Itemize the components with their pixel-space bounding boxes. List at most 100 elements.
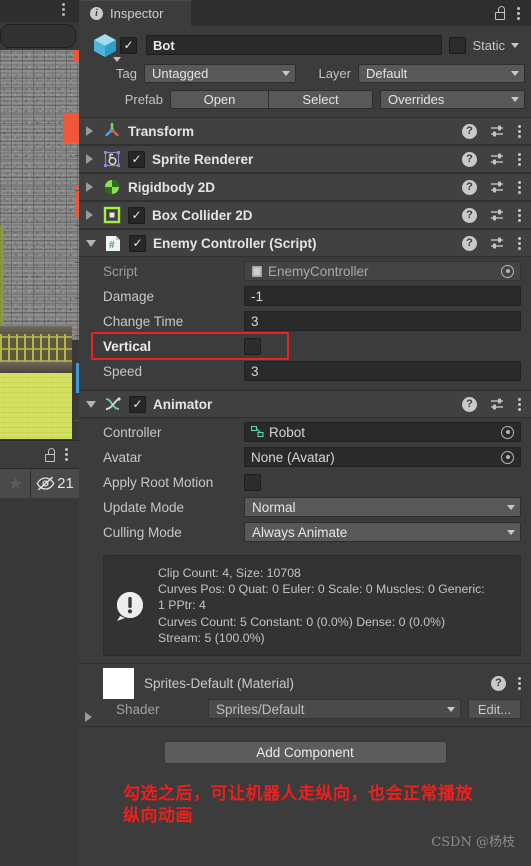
help-icon[interactable]: ? [462, 151, 477, 167]
info-line-4: Curves Count: 5 Constant: 0 (0.0%) Dense… [158, 614, 446, 629]
property-label: Apply Root Motion [103, 474, 214, 490]
prefab-select-button[interactable]: Select [269, 89, 373, 109]
gameobject-name-input[interactable]: Bot [146, 35, 443, 55]
collapse-arrow-icon[interactable] [86, 400, 96, 408]
unlocked-padlock-icon[interactable] [494, 6, 506, 20]
ledge [0, 325, 72, 334]
animator-icon [103, 395, 122, 414]
transform-axis-icon [102, 122, 121, 141]
layer-dropdown[interactable]: Default [358, 63, 525, 83]
material-section: Sprites-Default (Material) ? Shader Spri… [79, 663, 531, 727]
component-enabled-checkbox[interactable]: ✓ [129, 234, 146, 252]
property-row-vertical: Vertical [89, 332, 521, 360]
add-component-button[interactable]: Add Component [163, 741, 447, 765]
annotation-line-1: 勾选之后，可让机器人走纵向，也会正常播放 [123, 784, 473, 805]
component-title: Transform [128, 123, 195, 139]
help-icon[interactable]: ? [462, 123, 477, 139]
checkmark-icon: ✓ [131, 208, 142, 222]
property-row-controller: Controller Robot [89, 421, 521, 443]
checkmark-icon: ✓ [131, 152, 142, 166]
prefab-overrides-dropdown[interactable]: Overrides [380, 89, 525, 109]
kebab-menu-icon[interactable] [62, 3, 66, 18]
gameobject-enabled-checkbox[interactable]: ✓ [120, 36, 137, 54]
change-time-input[interactable]: 3 [244, 311, 521, 331]
property-row-script: Script EnemyController [89, 260, 521, 282]
rigidbody-2d-icon [102, 178, 121, 197]
chevron-down-icon [282, 70, 290, 76]
material-preview-swatch[interactable] [103, 667, 134, 699]
scene-view-preview[interactable] [0, 50, 79, 439]
component-header-enemy-controller[interactable]: # ✓ Enemy Controller (Script) ? [79, 229, 531, 257]
help-icon[interactable]: ? [462, 179, 477, 195]
property-label: Avatar [103, 449, 142, 465]
kebab-menu-icon[interactable] [518, 124, 521, 138]
component-title: Box Collider 2D [152, 207, 253, 223]
kebab-menu-icon[interactable] [65, 448, 68, 461]
expand-arrow-icon[interactable] [85, 712, 92, 723]
warning-icon [113, 589, 147, 623]
cube-icon[interactable] [90, 30, 121, 62]
preset-settings-icon[interactable] [490, 397, 505, 411]
expand-arrow-icon[interactable] [86, 154, 95, 164]
script-object-field[interactable]: EnemyController [244, 261, 521, 281]
object-picker-icon[interactable] [501, 425, 514, 439]
kebab-menu-icon[interactable] [518, 180, 521, 194]
help-icon[interactable]: ? [462, 235, 477, 251]
damage-input[interactable]: -1 [244, 286, 521, 306]
prefab-open-button[interactable]: Open [170, 89, 269, 109]
expand-arrow-icon[interactable] [86, 126, 95, 136]
kebab-menu-icon[interactable] [518, 397, 521, 411]
kebab-menu-icon[interactable] [518, 676, 521, 690]
expand-arrow-icon[interactable] [86, 182, 95, 192]
help-icon[interactable]: ? [491, 675, 506, 691]
kebab-menu-icon[interactable] [517, 6, 520, 20]
checkmark-icon: ✓ [132, 397, 143, 411]
object-picker-icon[interactable] [501, 450, 514, 464]
chevron-down-icon[interactable] [511, 42, 519, 48]
help-icon[interactable]: ? [462, 396, 477, 412]
apply-root-motion-checkbox[interactable] [244, 473, 261, 491]
object-picker-icon[interactable] [501, 264, 514, 278]
component-header-animator[interactable]: ✓ Animator ? [79, 390, 531, 418]
favorite-star-icon[interactable] [0, 468, 31, 499]
tab-inspector[interactable]: i Inspector [79, 0, 191, 26]
avatar-object-field[interactable]: None (Avatar) [244, 447, 521, 467]
unlocked-padlock-icon[interactable] [44, 447, 56, 462]
component-header-transform[interactable]: Transform ? [79, 117, 531, 145]
hidden-eye-icon [36, 476, 55, 491]
controller-object-field[interactable]: Robot [244, 422, 521, 442]
component-header-sprite-renderer[interactable]: ✓ Sprite Renderer ? [79, 145, 531, 173]
culling-mode-dropdown[interactable]: Always Animate [244, 522, 521, 542]
kebab-menu-icon[interactable] [518, 152, 521, 166]
gameobject-name-value: Bot [153, 37, 175, 53]
static-checkbox[interactable] [449, 36, 467, 54]
ground-strip [0, 362, 72, 373]
shader-dropdown[interactable]: Sprites/Default [208, 699, 461, 720]
component-enabled-checkbox[interactable]: ✓ [128, 206, 145, 224]
component-header-rigidbody-2d[interactable]: Rigidbody 2D ? [79, 173, 531, 201]
chevron-down-icon [447, 706, 455, 712]
component-header-box-collider-2d[interactable]: ✓ Box Collider 2D ? [79, 201, 531, 229]
preset-settings-icon[interactable] [490, 208, 505, 222]
svg-text:#: # [109, 240, 115, 251]
collapse-arrow-icon[interactable] [86, 239, 96, 247]
help-icon[interactable]: ? [462, 207, 477, 223]
preset-settings-icon[interactable] [490, 124, 505, 138]
kebab-menu-icon[interactable] [518, 208, 521, 222]
preset-settings-icon[interactable] [490, 152, 505, 166]
vertical-checkbox[interactable] [244, 337, 261, 355]
shader-edit-button[interactable]: Edit... [468, 699, 521, 720]
preset-settings-icon[interactable] [490, 236, 505, 250]
component-enabled-checkbox[interactable]: ✓ [129, 395, 146, 413]
speed-input[interactable]: 3 [244, 361, 521, 381]
expand-arrow-icon[interactable] [86, 210, 95, 220]
visibility-toggle[interactable]: 21 [31, 469, 79, 499]
update-mode-dropdown[interactable]: Normal [244, 497, 521, 517]
preset-settings-icon[interactable] [490, 180, 505, 194]
property-row-culling-mode: Culling Mode Always Animate [89, 521, 521, 543]
tag-dropdown[interactable]: Untagged [144, 63, 296, 83]
kebab-menu-icon[interactable] [518, 236, 521, 250]
component-enabled-checkbox[interactable]: ✓ [128, 150, 145, 168]
search-input[interactable] [0, 24, 76, 48]
property-row-update-mode: Update Mode Normal [89, 496, 521, 518]
